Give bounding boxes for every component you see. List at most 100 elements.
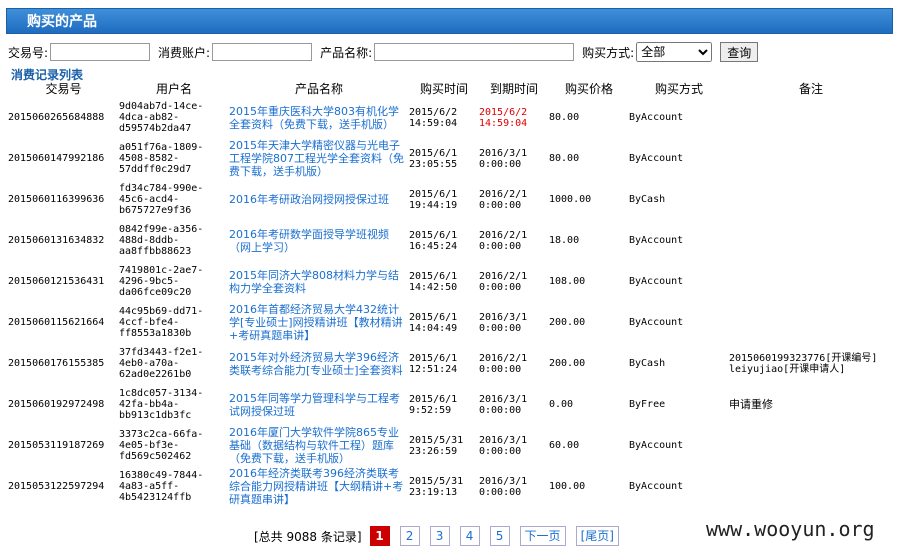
cell-expire: 2016/3/1 0:00:00 xyxy=(479,147,528,170)
cell-remark xyxy=(729,179,893,220)
page-link-3[interactable]: 3 xyxy=(429,526,450,546)
product-label: 产品名称: xyxy=(320,45,373,60)
account-label: 消费账户: xyxy=(158,45,211,60)
method-select[interactable]: 全部 xyxy=(636,42,713,62)
cell-method: ByFree xyxy=(629,399,666,410)
page-link-4[interactable]: 4 xyxy=(459,526,480,546)
search-bar: 交易号: 消费账户: 产品名称: 购买方式: 全部 查询 xyxy=(8,41,759,63)
column-header: 到期时间 xyxy=(489,82,538,96)
cell-buy: 2015/5/31 23:19:13 xyxy=(409,475,464,498)
cell-buy: 2015/6/1 14:04:49 xyxy=(409,311,458,334)
cell-user: 37fd3443-f2e1-4eb0-a70a-62ad0e2261b0 xyxy=(119,347,204,380)
table-row: 2015060116399636 fd34c784-990e-45c6-acd4-… xyxy=(8,179,893,220)
table-row: 2015060131634832 0842f99e-a356-488d-8ddb-… xyxy=(8,220,893,261)
cell-method: ByAccount xyxy=(629,481,684,492)
cell-price: 108.00 xyxy=(549,276,586,287)
cell-buy: 2015/6/1 19:44:19 xyxy=(409,188,458,211)
column-header: 用户名 xyxy=(155,82,192,96)
cell-buy: 2015/5/31 23:26:59 xyxy=(409,434,464,457)
pager-total: [总共 9088 条记录] xyxy=(254,529,362,544)
cell-user: 1c8dc057-3134-42fa-bb4a-bb913c1db3fc xyxy=(119,388,204,421)
cell-user: 44c95b69-dd71-4ccf-bfe4-ff8553a1830b xyxy=(119,306,204,339)
cell-trade: 2015053122597294 xyxy=(8,481,105,492)
cell-price: 100.00 xyxy=(549,481,586,492)
cell-method: ByCash xyxy=(629,358,666,369)
product-input[interactable] xyxy=(374,43,575,61)
cell-product[interactable]: 2016年考研数学面授导学班视频（网上学习） xyxy=(229,220,409,261)
cell-price: 60.00 xyxy=(549,440,580,451)
query-button[interactable]: 查询 xyxy=(720,42,759,62)
cell-product[interactable]: 2016年厦门大学软件学院865专业基础（数据结构与软件工程）题库（免费下载，送… xyxy=(229,425,409,466)
cell-product[interactable]: 2016年考研政治网授网授保过班 xyxy=(229,179,409,220)
cell-buy: 2015/6/2 14:59:04 xyxy=(409,106,458,129)
page-link-1[interactable]: 1 xyxy=(369,526,390,546)
cell-remark xyxy=(729,261,893,302)
column-header: 交易号 xyxy=(45,82,82,96)
cell-price: 200.00 xyxy=(549,358,586,369)
method-label: 购买方式: xyxy=(582,45,635,60)
cell-remark xyxy=(729,302,893,343)
table-row: 2015060192972498 1c8dc057-3134-42fa-bb4a-… xyxy=(8,384,893,425)
cell-price: 1000.00 xyxy=(549,194,592,205)
cell-price: 0.00 xyxy=(549,399,574,410)
column-header: 购买方式 xyxy=(654,82,703,96)
cell-user: 16380c49-7844-4a83-a5ff-4b5423124ffb xyxy=(119,470,204,503)
cell-product[interactable]: 2015年对外经济贸易大学396经济类联考综合能力[专业硕士]全套资料 xyxy=(229,343,409,384)
cell-expire: 2016/2/1 0:00:00 xyxy=(479,229,528,252)
column-header: 购买价格 xyxy=(564,82,613,96)
table-row: 2015053119187269 3373c2ca-66fa-4e05-bf3e-… xyxy=(8,425,893,466)
cell-buy: 2015/6/1 9:52:59 xyxy=(409,393,458,416)
records-table: 交易号 用户名 产品名称 购买时间 到期时间 购买价格 购买方式 备注 20150602656… xyxy=(8,80,893,507)
cell-remark: 申请重修 xyxy=(729,398,773,411)
cell-product[interactable]: 2015年重庆医科大学803有机化学全套资料（免费下载，送手机版） xyxy=(229,97,409,138)
trade-no-input[interactable] xyxy=(50,43,151,61)
table-row: 2015060147992186 a051f76a-1809-4508-8582-… xyxy=(8,138,893,179)
cell-expire: 2016/2/1 0:00:00 xyxy=(479,270,528,293)
table-row: 2015053122597294 16380c49-7844-4a83-a5ff-… xyxy=(8,466,893,507)
cell-price: 200.00 xyxy=(549,317,586,328)
cell-trade: 2015060176155385 xyxy=(8,358,105,369)
table-body: 2015060265684888 9d04ab7d-14ce-4dca-ab82-… xyxy=(8,97,893,507)
cell-expire: 2016/3/1 0:00:00 xyxy=(479,434,528,457)
cell-expire: 2016/2/1 0:00:00 xyxy=(479,188,528,211)
cell-remark xyxy=(729,425,893,466)
cell-method: ByAccount xyxy=(629,317,684,328)
cell-product[interactable]: 2016年经济类联考396经济类联考综合能力网授精讲班【大纲精讲+考研真题串讲】 xyxy=(229,466,409,507)
cell-product[interactable]: 2015年天津大学精密仪器与光电子工程学院807工程光学全套资料（免费下载，送手… xyxy=(229,138,409,179)
cell-buy: 2015/6/1 23:05:55 xyxy=(409,147,458,170)
column-header: 购买时间 xyxy=(419,82,468,96)
cell-user: 7419801c-2ae7-4296-9bc5-da06fce09c20 xyxy=(119,265,204,298)
cell-user: fd34c784-990e-45c6-acd4-b675727e9f36 xyxy=(119,183,204,216)
page-title: 购买的产品 xyxy=(6,8,893,34)
table-row: 2015060176155385 37fd3443-f2e1-4eb0-a70a-… xyxy=(8,343,893,384)
cell-expire: 2015/6/2 14:59:04 xyxy=(479,106,528,129)
column-header: 备注 xyxy=(798,82,823,96)
next-page-button[interactable]: 下一页 xyxy=(519,526,566,546)
cell-price: 80.00 xyxy=(549,112,580,123)
cell-buy: 2015/6/1 14:42:50 xyxy=(409,270,458,293)
cell-remark xyxy=(729,97,893,138)
cell-remark xyxy=(729,466,893,507)
cell-expire: 2016/2/1 0:00:00 xyxy=(479,352,528,375)
page-link-2[interactable]: 2 xyxy=(399,526,420,546)
cell-product[interactable]: 2015年同济大学808材料力学与结构力学全套资料 xyxy=(229,261,409,302)
cell-price: 18.00 xyxy=(549,235,580,246)
watermark: www.wooyun.org xyxy=(706,517,875,541)
cell-expire: 2016/3/1 0:00:00 xyxy=(479,311,528,334)
cell-method: ByAccount xyxy=(629,235,684,246)
cell-price: 80.00 xyxy=(549,153,580,164)
cell-product[interactable]: 2015年同等学力管理科学与工程考试网授保过班 xyxy=(229,384,409,425)
cell-trade: 2015060192972498 xyxy=(8,399,105,410)
trade-no-label: 交易号: xyxy=(8,45,49,60)
cell-trade: 2015060131634832 xyxy=(8,235,105,246)
cell-user: 9d04ab7d-14ce-4dca-ab82-d59574b2da47 xyxy=(119,101,204,134)
cell-remark: 2015060199323776[开课编号] leiyujiao[开课申请人] xyxy=(729,352,878,375)
account-input[interactable] xyxy=(212,43,313,61)
cell-trade: 2015053119187269 xyxy=(8,440,105,451)
table-row: 2015060121536431 7419801c-2ae7-4296-9bc5-… xyxy=(8,261,893,302)
last-page-button[interactable]: [尾页] xyxy=(575,526,619,546)
cell-buy: 2015/6/1 12:51:24 xyxy=(409,352,458,375)
cell-product[interactable]: 2016年首都经济贸易大学432统计学[专业硕士]网授精讲班【教材精讲+考研真题… xyxy=(229,302,409,343)
table-row: 2015060115621664 44c95b69-dd71-4ccf-bfe4-… xyxy=(8,302,893,343)
page-link-5[interactable]: 5 xyxy=(489,526,510,546)
